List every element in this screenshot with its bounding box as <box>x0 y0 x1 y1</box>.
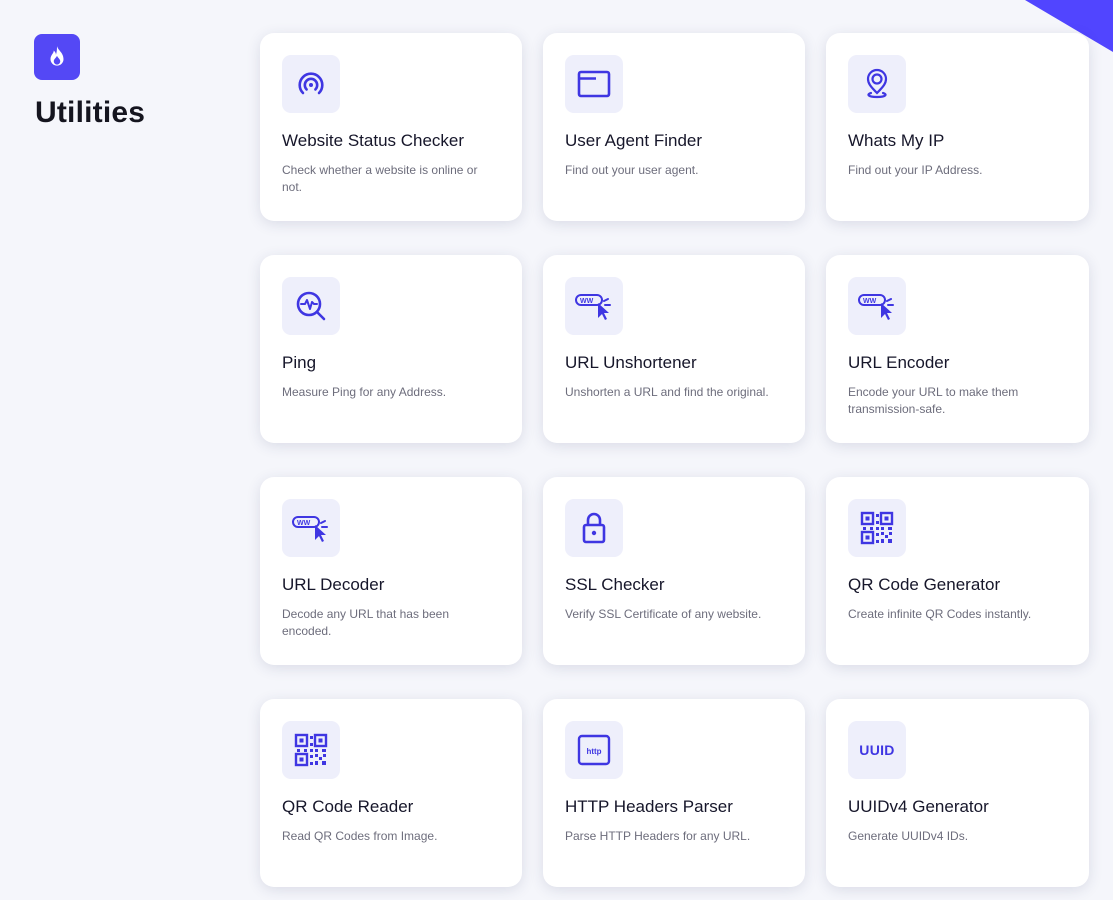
card-title: HTTP Headers Parser <box>565 797 733 816</box>
card-description: Encode your URL to make them transmissio… <box>848 385 1019 416</box>
uuid-icon: UUID <box>848 721 906 779</box>
card-title: Whats My IP <box>848 131 945 150</box>
card-description: Create infinite QR Codes instantly. <box>848 607 1032 621</box>
tool-card-uuidv4-generator[interactable]: UUID UUIDv4 Generator Generate UUIDv4 ID… <box>826 699 1089 887</box>
card-title: URL Decoder <box>282 575 385 594</box>
uuid-icon-label: UUID <box>859 742 895 758</box>
card-title: QR Code Generator <box>848 575 1001 594</box>
card-description: Check whether a website is online or not… <box>282 163 478 194</box>
tool-card-qr-code-reader[interactable]: QR Code Reader Read QR Codes from Image. <box>260 699 522 887</box>
tool-card-url-encoder[interactable]: WW URL Encoder Encode your URL to make t… <box>826 255 1089 443</box>
http-icon: http <box>565 721 623 779</box>
tool-card-http-headers-parser[interactable]: http HTTP Headers Parser Parse HTTP Head… <box>543 699 805 887</box>
tool-card-user-agent-finder[interactable]: User Agent Finder Find out your user age… <box>543 33 805 221</box>
signal-icon <box>282 55 340 113</box>
card-description: Parse HTTP Headers for any URL. <box>565 829 751 843</box>
card-title: URL Encoder <box>848 353 950 372</box>
qr-code-icon <box>282 721 340 779</box>
location-pin-icon <box>848 55 906 113</box>
card-title: User Agent Finder <box>565 131 703 150</box>
card-description: Decode any URL that has been encoded. <box>282 607 449 638</box>
tool-card-ping[interactable]: Ping Measure Ping for any Address. <box>260 255 522 443</box>
svg-text:WW: WW <box>580 298 594 305</box>
card-title: Website Status Checker <box>282 131 465 150</box>
tool-card-url-unshortener[interactable]: WW URL Unshortener Unshorten a URL and f… <box>543 255 805 443</box>
qr-code-icon <box>848 499 906 557</box>
card-title: SSL Checker <box>565 575 665 594</box>
card-description: Read QR Codes from Image. <box>282 829 438 843</box>
svg-text:WW: WW <box>297 520 311 527</box>
card-description: Find out your IP Address. <box>848 163 983 177</box>
card-description: Find out your user agent. <box>565 163 699 177</box>
tool-card-whats-my-ip[interactable]: Whats My IP Find out your IP Address. <box>826 33 1089 221</box>
card-title: Ping <box>282 353 317 372</box>
url-cursor-icon: WW <box>282 499 340 557</box>
card-title: URL Unshortener <box>565 353 697 372</box>
tool-card-website-status-checker[interactable]: Website Status Checker Check whether a w… <box>260 33 522 221</box>
card-title: QR Code Reader <box>282 797 414 816</box>
padlock-icon <box>565 499 623 557</box>
card-description: Generate UUIDv4 IDs. <box>848 829 969 843</box>
card-description: Measure Ping for any Address. <box>282 385 447 399</box>
card-description: Verify SSL Certificate of any website. <box>565 607 762 621</box>
search-pulse-icon <box>282 277 340 335</box>
card-description: Unshorten a URL and find the original. <box>565 385 769 399</box>
tool-card-qr-code-generator[interactable]: QR Code Generator Create infinite QR Cod… <box>826 477 1089 665</box>
browser-window-icon <box>565 55 623 113</box>
url-cursor-icon: WW <box>565 277 623 335</box>
flame-icon[interactable] <box>34 34 80 80</box>
tool-card-url-decoder[interactable]: WW URL Decoder Decode any URL that has b… <box>260 477 522 665</box>
card-title: UUIDv4 Generator <box>848 797 989 816</box>
tools-grid: Website Status Checker Check whether a w… <box>260 33 1089 887</box>
tool-card-ssl-checker[interactable]: SSL Checker Verify SSL Certificate of an… <box>543 477 805 665</box>
svg-text:WW: WW <box>863 298 877 305</box>
http-icon-label: http <box>586 747 601 756</box>
url-cursor-icon: WW <box>848 277 906 335</box>
page-title: Utilities <box>35 96 146 129</box>
